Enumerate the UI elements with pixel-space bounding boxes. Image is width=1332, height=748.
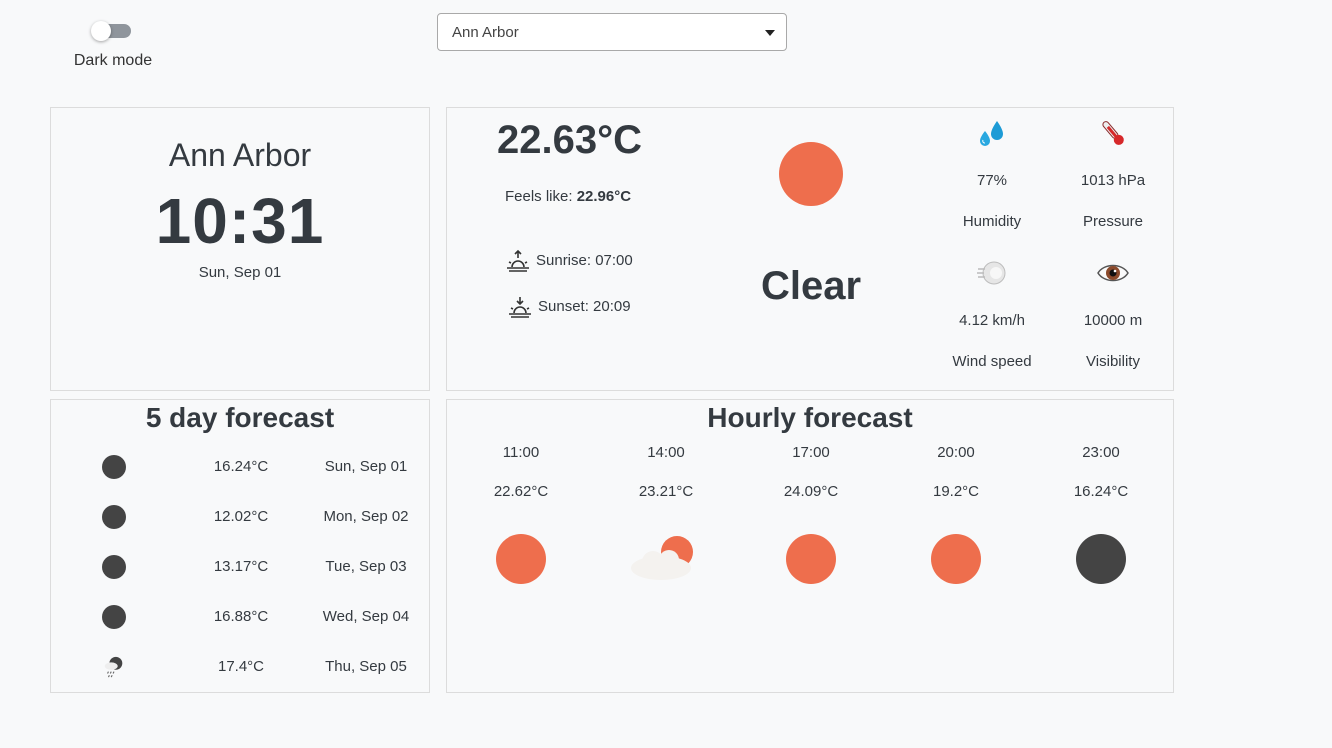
hourly-time: 17:00 [792,444,830,461]
forecast-day-date: Thu, Sep 05 [325,658,407,675]
city-select-value: Ann Arbor [452,24,519,41]
hourly-forecast-panel: Hourly forecast 11:00 22.62°C 14:00 23.2… [446,399,1174,693]
moon-icon [102,505,126,529]
sun-icon [779,142,843,206]
visibility-value: 10000 m [1083,312,1143,329]
humidity-value: 77% [976,172,1008,189]
hourly-temp: 16.24°C [1073,483,1129,500]
pressure-stat: 1013 hPa Pressure [1058,116,1168,230]
clock-panel: Ann Arbor 10:31 Sun, Sep 01 [50,107,430,391]
dark-mode-control: Dark mode [70,18,156,70]
hourly-item: 23:00 16.24°C [1046,444,1156,584]
forecast-day-row: 17.4°C Thu, Sep 05 [51,652,429,682]
hourly-temp: 19.2°C [932,483,980,500]
wind-icon [977,261,1006,285]
droplets-icon [980,121,1003,146]
hourly-time: 23:00 [1082,444,1120,461]
current-temperature: 22.63°C [497,118,642,162]
forecast-day-date: Tue, Sep 03 [325,558,407,575]
five-day-title: 5 day forecast [145,402,335,433]
feels-like-label: Feels like: [505,188,573,205]
forecast-day-row: 13.17°C Tue, Sep 03 [51,552,429,582]
hourly-time: 14:00 [647,444,685,461]
sunrise-icon [507,249,529,272]
partly-cloudy-icon [631,536,693,580]
feels-like: Feels like: 22.96°C [505,188,631,205]
sunset-text: Sunset: 20:09 [538,297,631,315]
rain-night-icon [104,656,123,678]
forecast-day-row: 12.02°C Mon, Sep 02 [51,502,429,532]
clock-city: Ann Arbor [168,137,312,173]
hourly-temp: 24.09°C [783,483,839,500]
forecast-day-temp: 12.02°C [213,508,269,525]
forecast-day-row: 16.88°C Wed, Sep 04 [51,602,429,632]
wind-value: 4.12 km/h [959,312,1025,329]
sunset-row: Sunset: 20:09 [507,294,631,318]
forecast-day-date: Sun, Sep 01 [324,458,408,475]
five-day-forecast-panel: 5 day forecast 16.24°C Sun, Sep 01 12.02… [50,399,430,693]
clock-date: Sun, Sep 01 [198,264,282,281]
forecast-day-temp: 16.24°C [213,458,269,475]
hourly-item: 20:00 19.2°C [901,444,1011,584]
sunset-icon [509,297,531,318]
dark-mode-label: Dark mode [73,52,153,69]
forecast-day-temp: 17.4°C [217,658,265,675]
humidity-stat: 77% Humidity [937,116,1047,230]
hourly-temp: 22.62°C [493,483,549,500]
forecast-day-temp: 16.88°C [213,608,269,625]
city-select[interactable]: Ann Arbor [437,13,787,51]
visibility-label: Visibility [1086,353,1140,370]
chevron-down-icon[interactable] [765,30,775,36]
dark-mode-toggle[interactable] [91,21,131,41]
sun-icon [786,534,836,584]
moon-icon [102,455,126,479]
moon-icon [102,605,126,629]
hourly-time: 20:00 [937,444,975,461]
eye-icon [1097,264,1129,282]
hourly-item: 14:00 23.21°C [611,444,721,584]
moon-icon [102,555,126,579]
wind-stat: 4.12 km/h Wind speed [937,256,1047,370]
visibility-stat: 10000 m Visibility [1058,256,1168,370]
feels-like-value: 22.96°C [576,188,632,205]
sun-icon [496,534,546,584]
pressure-value: 1013 hPa [1080,172,1146,189]
moon-icon [1076,534,1126,584]
forecast-day-temp: 13.17°C [213,558,269,575]
sunrise-text: Sunrise: 07:00 [536,251,633,269]
clock-time: 10:31 [155,185,325,257]
wind-label: Wind speed [952,353,1032,370]
hourly-item: 17:00 24.09°C [756,444,866,584]
hourly-title: Hourly forecast [707,402,913,433]
sun-icon [931,534,981,584]
hourly-time: 11:00 [502,444,540,461]
hourly-item: 11:00 22.62°C [466,444,576,584]
condition-text: Clear [760,264,862,308]
thermometer-icon [1102,121,1124,145]
pressure-label: Pressure [1082,213,1144,230]
sunrise-row: Sunrise: 07:00 [505,248,633,272]
forecast-day-date: Wed, Sep 04 [322,608,410,625]
current-weather-panel: 22.63°C Feels like: 22.96°C Sunrise: 07:… [446,107,1174,391]
forecast-day-date: Mon, Sep 02 [323,508,409,525]
hourly-temp: 23.21°C [638,483,694,500]
toggle-knob[interactable] [91,21,111,41]
humidity-label: Humidity [962,213,1022,230]
forecast-day-row: 16.24°C Sun, Sep 01 [51,452,429,482]
